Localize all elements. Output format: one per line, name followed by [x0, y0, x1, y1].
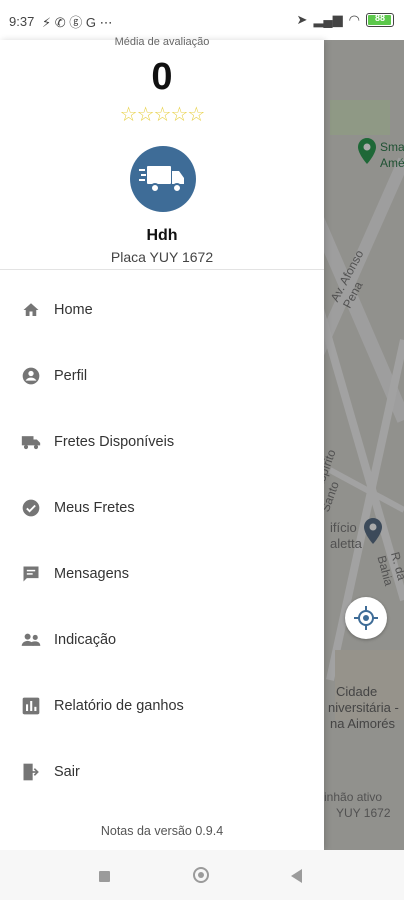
rating-value: 0: [151, 56, 173, 98]
account-circle-icon: [20, 365, 42, 387]
back-button[interactable]: [291, 869, 302, 883]
truck-icon: [20, 431, 42, 453]
check-circle-icon: [20, 497, 42, 519]
menu-item-label: Home: [54, 302, 93, 318]
driver-name: Hdh: [146, 227, 178, 244]
menu-item-sair[interactable]: Sair: [0, 742, 324, 802]
home-button[interactable]: [193, 867, 209, 883]
truck-icon: [139, 166, 184, 193]
menu-item-relatorio-ganhos[interactable]: Relatório de ganhos: [0, 676, 324, 736]
menu-item-meus-fretes[interactable]: Meus Fretes: [0, 478, 324, 538]
signal-icon: ▂▄▆: [313, 12, 343, 27]
menu-item-fretes-disponiveis[interactable]: Fretes Disponíveis: [0, 412, 324, 472]
menu-item-mensagens[interactable]: Mensagens: [0, 544, 324, 604]
location-icon: ➤: [296, 12, 308, 27]
avatar: [130, 146, 196, 212]
recents-button[interactable]: [99, 871, 110, 882]
menu-item-label: Fretes Disponíveis: [54, 434, 175, 450]
status-time: 9:37: [9, 14, 35, 29]
menu-item-indicacao[interactable]: Indicação: [0, 610, 324, 670]
status-bar: 9:37 ⚡ ✆ ⓖ G ⋯ ➤ ▂▄▆ ◠ 88: [0, 0, 404, 40]
menu-item-label: Meus Fretes: [54, 500, 135, 516]
menu-item-home[interactable]: Home: [0, 280, 324, 340]
notification-icons: ⚡ ✆ ⓖ G ⋯: [42, 15, 113, 30]
rating-stars: ☆☆☆☆☆: [119, 104, 206, 126]
message-icon: [20, 563, 42, 585]
my-location-button[interactable]: [345, 597, 387, 639]
people-icon: [20, 629, 42, 651]
battery-icon: 88: [366, 13, 394, 27]
divider: [0, 269, 324, 270]
home-icon: [20, 299, 42, 321]
menu-item-label: Indicação: [54, 632, 117, 648]
navigation-drawer: Média de avaliação 0 ☆☆☆☆☆ Hdh Placa YUY…: [0, 36, 324, 850]
vehicle-plate: Placa YUY 1672: [110, 249, 214, 265]
battery-level: 88: [374, 13, 385, 23]
rating-label: Média de avaliação: [114, 36, 210, 48]
exit-icon: [20, 761, 42, 783]
system-icons: ➤ ▂▄▆ ◠ 88: [297, 12, 394, 28]
system-nav-bar: [0, 850, 404, 900]
menu-item-label: Perfil: [54, 368, 88, 384]
menu-item-label: Relatório de ganhos: [54, 698, 184, 714]
menu-item-perfil[interactable]: Perfil: [0, 346, 324, 406]
crosshair-icon: [354, 606, 378, 630]
menu-item-label: Sair: [54, 764, 80, 780]
menu-item-label: Mensagens: [54, 566, 129, 582]
wifi-icon: ◠: [348, 12, 360, 27]
version-notes-link[interactable]: Notas da versão 0.9.4: [0, 824, 324, 838]
bar-chart-icon: [20, 695, 42, 717]
